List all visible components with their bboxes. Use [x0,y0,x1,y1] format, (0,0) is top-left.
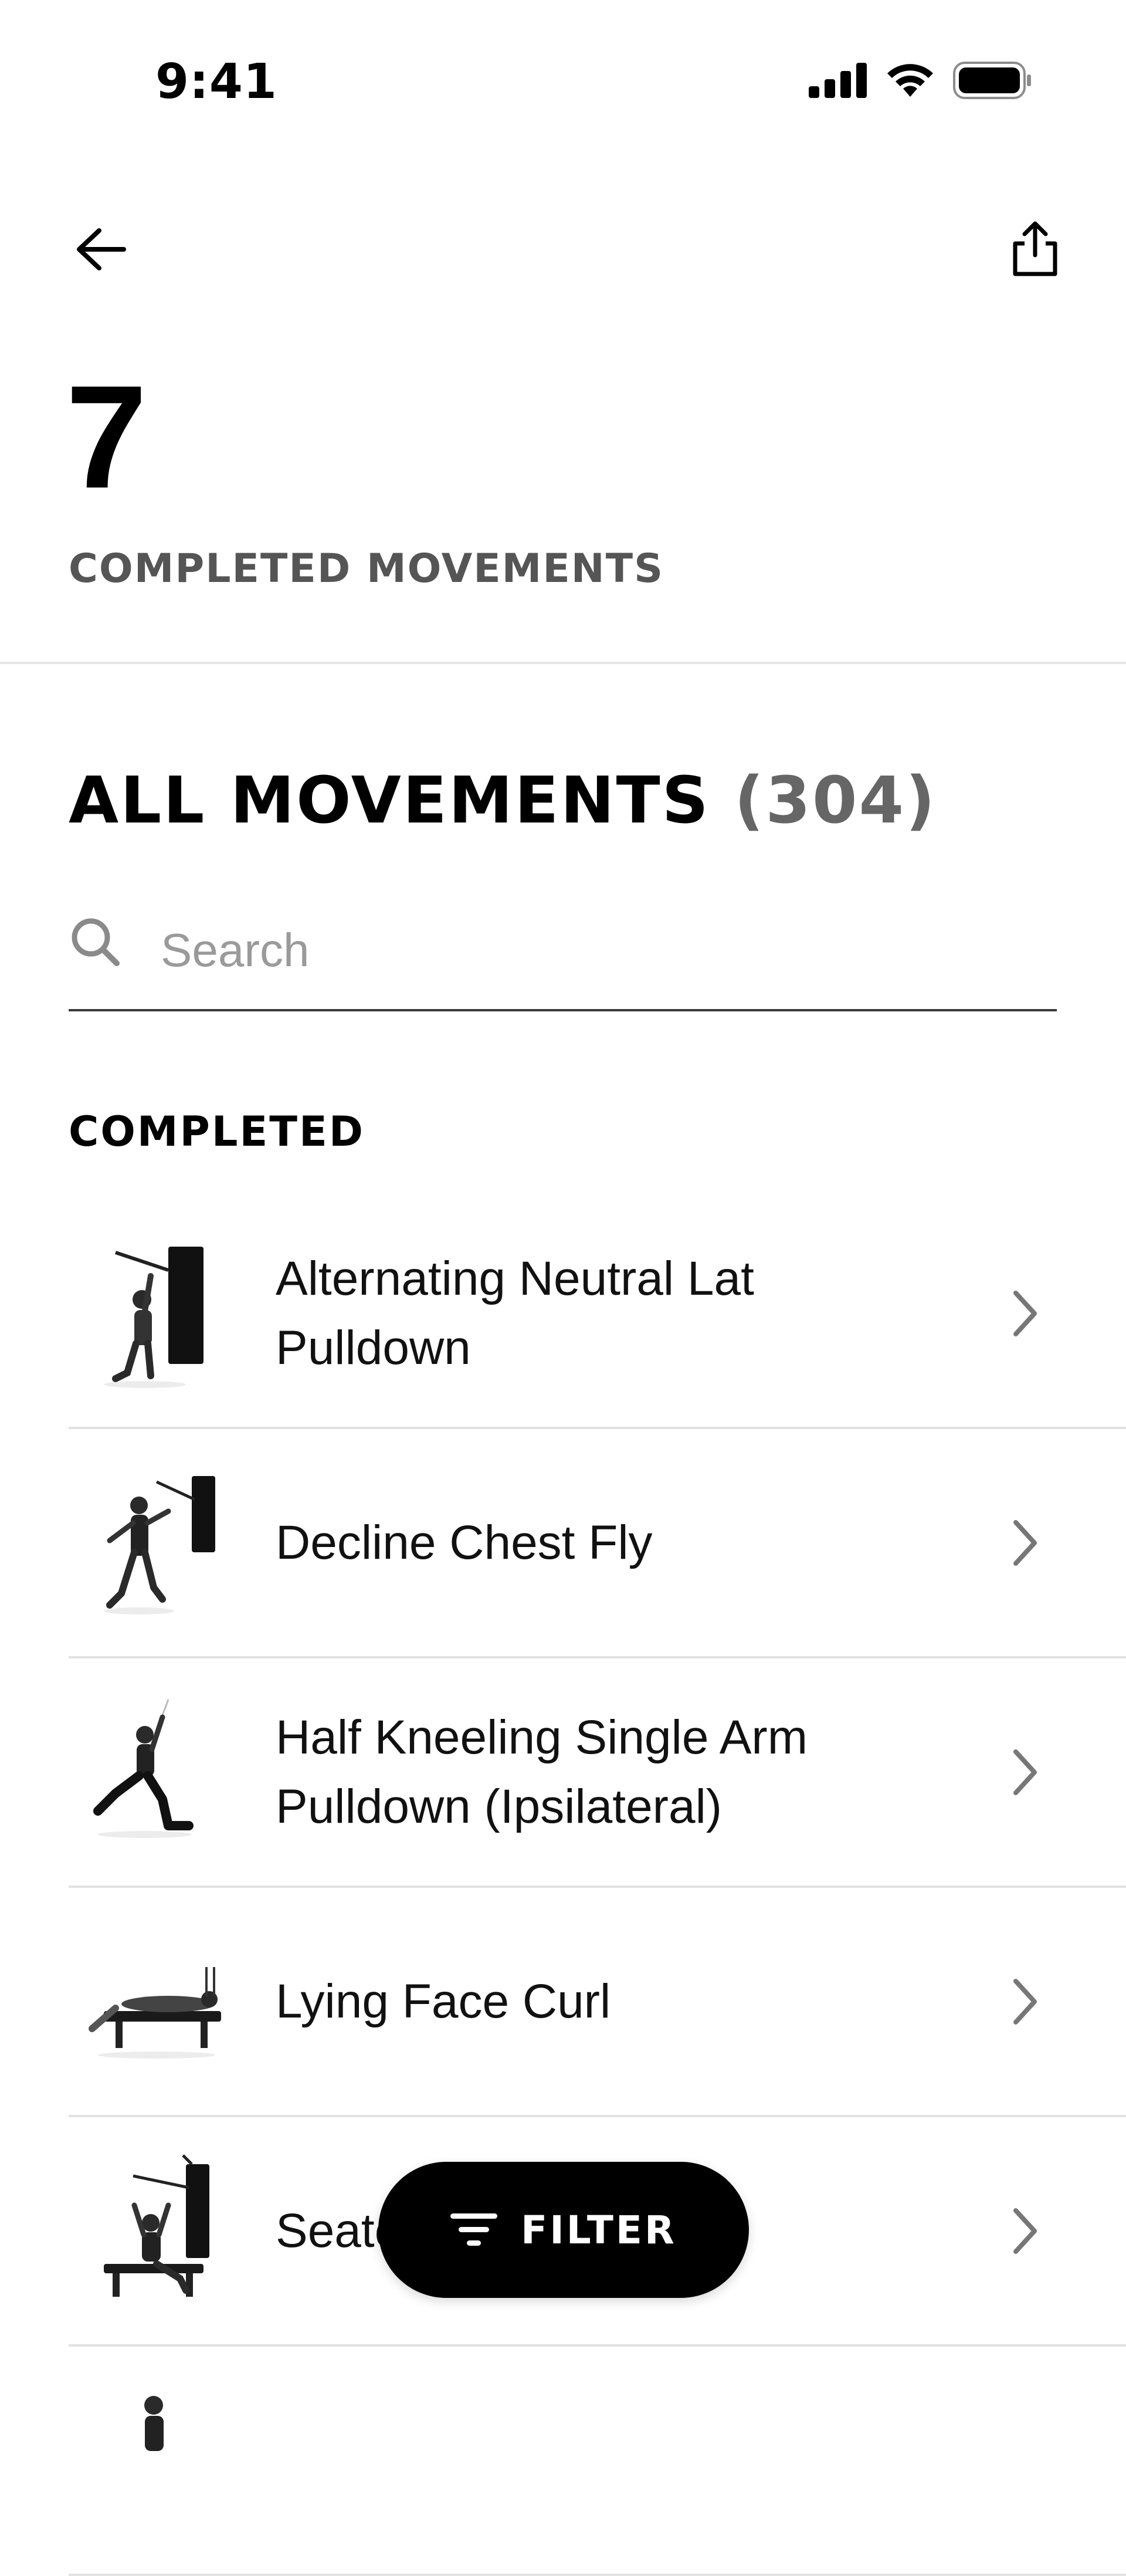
chevron-right-icon [1013,2208,1037,2254]
movement-thumbnail [104,1247,204,1388]
share-icon [1013,221,1057,276]
movement-thumbnail [104,2154,209,2297]
movement-thumbnail [104,1476,215,1614]
movement-thumbnail [89,1967,221,2059]
section-divider [0,662,1126,664]
search-input[interactable] [161,915,1040,986]
status-bar: 9:41 [0,0,1126,141]
completed-movements-label: COMPLETED MOVEMENTS [69,546,664,592]
cellular-signal-icon [809,63,867,98]
completed-list: Alternating Neutral Lat Pulldown Decline… [69,1200,1126,2576]
all-movements-title: ALL MOVEMENTS (304) [69,763,937,838]
list-item[interactable]: Decline Chest Fly [69,1429,1126,1658]
completed-count: 7 [66,355,147,519]
back-button[interactable] [69,217,134,282]
status-icons [809,62,1032,99]
share-button[interactable] [1003,214,1067,285]
chevron-right-icon [1013,1749,1037,1795]
list-item[interactable]: Alternating Neutral Lat Pulldown [69,1200,1126,1429]
movement-name: Decline Chest Fly [276,1515,653,1569]
movement-thumbnail [144,2396,164,2451]
status-time: 9:41 [155,54,277,110]
all-movements-count: (304) [734,763,937,838]
search-icon [72,918,120,966]
filter-icon [450,2213,498,2246]
all-movements-label: ALL MOVEMENTS [69,763,710,838]
list-item[interactable]: Half Kneeling Single Arm Pulldown (Ipsil… [69,1658,1126,1888]
filter-label: FILTER [521,2207,677,2253]
wifi-icon [887,64,933,97]
list-item[interactable]: Lying Face Curl [69,1888,1126,2117]
filter-button[interactable]: FILTER [378,2162,749,2298]
movement-name: Alternating Neutral Lat Pulldown [276,1251,754,1375]
list-item[interactable] [69,2347,1126,2576]
search-bar [69,903,1057,1011]
movement-name: Lying Face Curl [276,1974,611,2028]
arrow-left-icon [77,228,126,270]
movement-name: Half Kneeling Single Arm Pulldown (Ipsil… [276,1710,808,1833]
completed-section-title: COMPLETED [69,1108,365,1156]
chevron-right-icon [1013,1978,1037,2025]
chevron-right-icon [1013,1290,1037,1336]
battery-icon [953,62,1031,99]
chevron-right-icon [1013,1519,1037,1566]
nav-bar [0,211,1126,287]
movement-thumbnail [93,1699,194,1838]
